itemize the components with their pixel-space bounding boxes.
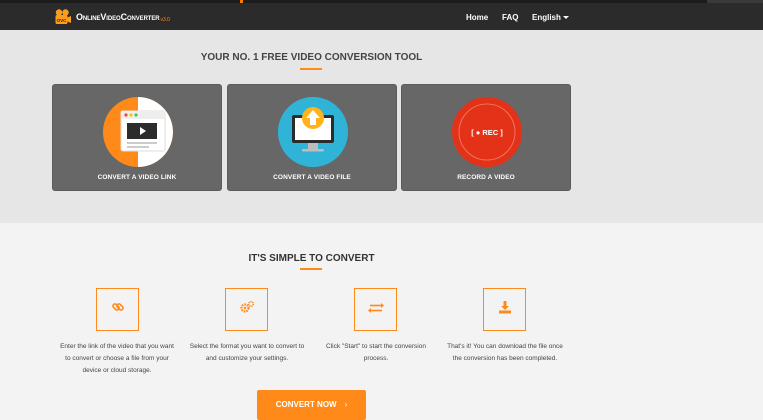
record-icon: [ ● REC ] — [452, 97, 522, 167]
chevron-down-icon — [562, 16, 569, 20]
step-4-text: That's it! You can download the file onc… — [447, 343, 563, 362]
language-label: English — [532, 13, 561, 22]
record-video-label: RECORD A VIDEO — [457, 174, 515, 181]
convert-link-label: CONVERT A VIDEO LINK — [97, 174, 177, 181]
convert-file-card[interactable]: CONVERT A VIDEO FILE — [227, 84, 397, 191]
step-2-box — [225, 288, 268, 331]
chevron-right-icon: › — [344, 400, 348, 409]
monitor-upload-icon — [278, 97, 348, 167]
hero-section: YOUR NO. 1 FREE VIDEO CONVERSION TOOL CO… — [0, 30, 763, 223]
step-1-box — [96, 288, 139, 331]
site-logo[interactable]: OVC OnlineVideoConverter v3.0 — [54, 7, 170, 27]
hero-title-underline — [300, 68, 322, 70]
exchange-icon — [367, 301, 384, 319]
download-icon — [498, 300, 512, 319]
top-navbar: OVC OnlineVideoConverter v3.0 Home FAQ E… — [0, 0, 763, 30]
link-icon — [111, 300, 125, 319]
top-right-strip — [707, 0, 763, 3]
nav-faq-link[interactable]: FAQ — [502, 13, 518, 22]
step-2-text: Select the format you want to convert to… — [189, 343, 305, 362]
step-3-box — [354, 288, 397, 331]
step-1-text: Enter the link of the video that you wan… — [60, 343, 174, 374]
steps-title: IT'S SIMPLE TO CONVERT — [248, 253, 375, 264]
rec-badge: [ ● REC ] — [471, 128, 503, 137]
steps-title-underline — [300, 268, 322, 270]
step-3-text: Click "Start" to start the conversion pr… — [326, 343, 426, 362]
film-camera-icon: OVC — [54, 8, 72, 26]
convert-file-label: CONVERT A VIDEO FILE — [273, 174, 351, 181]
browser-video-icon — [103, 97, 173, 167]
convert-now-button[interactable]: CONVERT NOW › — [257, 390, 366, 420]
logo-version: v3.0 — [160, 17, 170, 23]
convert-now-label: CONVERT NOW — [275, 400, 337, 409]
nav-home-link[interactable]: Home — [466, 13, 488, 22]
convert-link-card[interactable]: CONVERT A VIDEO LINK — [52, 84, 222, 191]
gears-icon — [239, 300, 255, 319]
logo-text: OnlineVideoConverter — [76, 12, 160, 22]
hero-title: YOUR NO. 1 FREE VIDEO CONVERSION TOOL — [200, 52, 423, 63]
top-accent-mark — [240, 0, 243, 3]
nav-language-dropdown[interactable]: English — [532, 13, 569, 22]
record-video-card[interactable]: [ ● REC ] RECORD A VIDEO — [401, 84, 571, 191]
svg-text:OVC: OVC — [57, 18, 68, 23]
step-4-box — [483, 288, 526, 331]
